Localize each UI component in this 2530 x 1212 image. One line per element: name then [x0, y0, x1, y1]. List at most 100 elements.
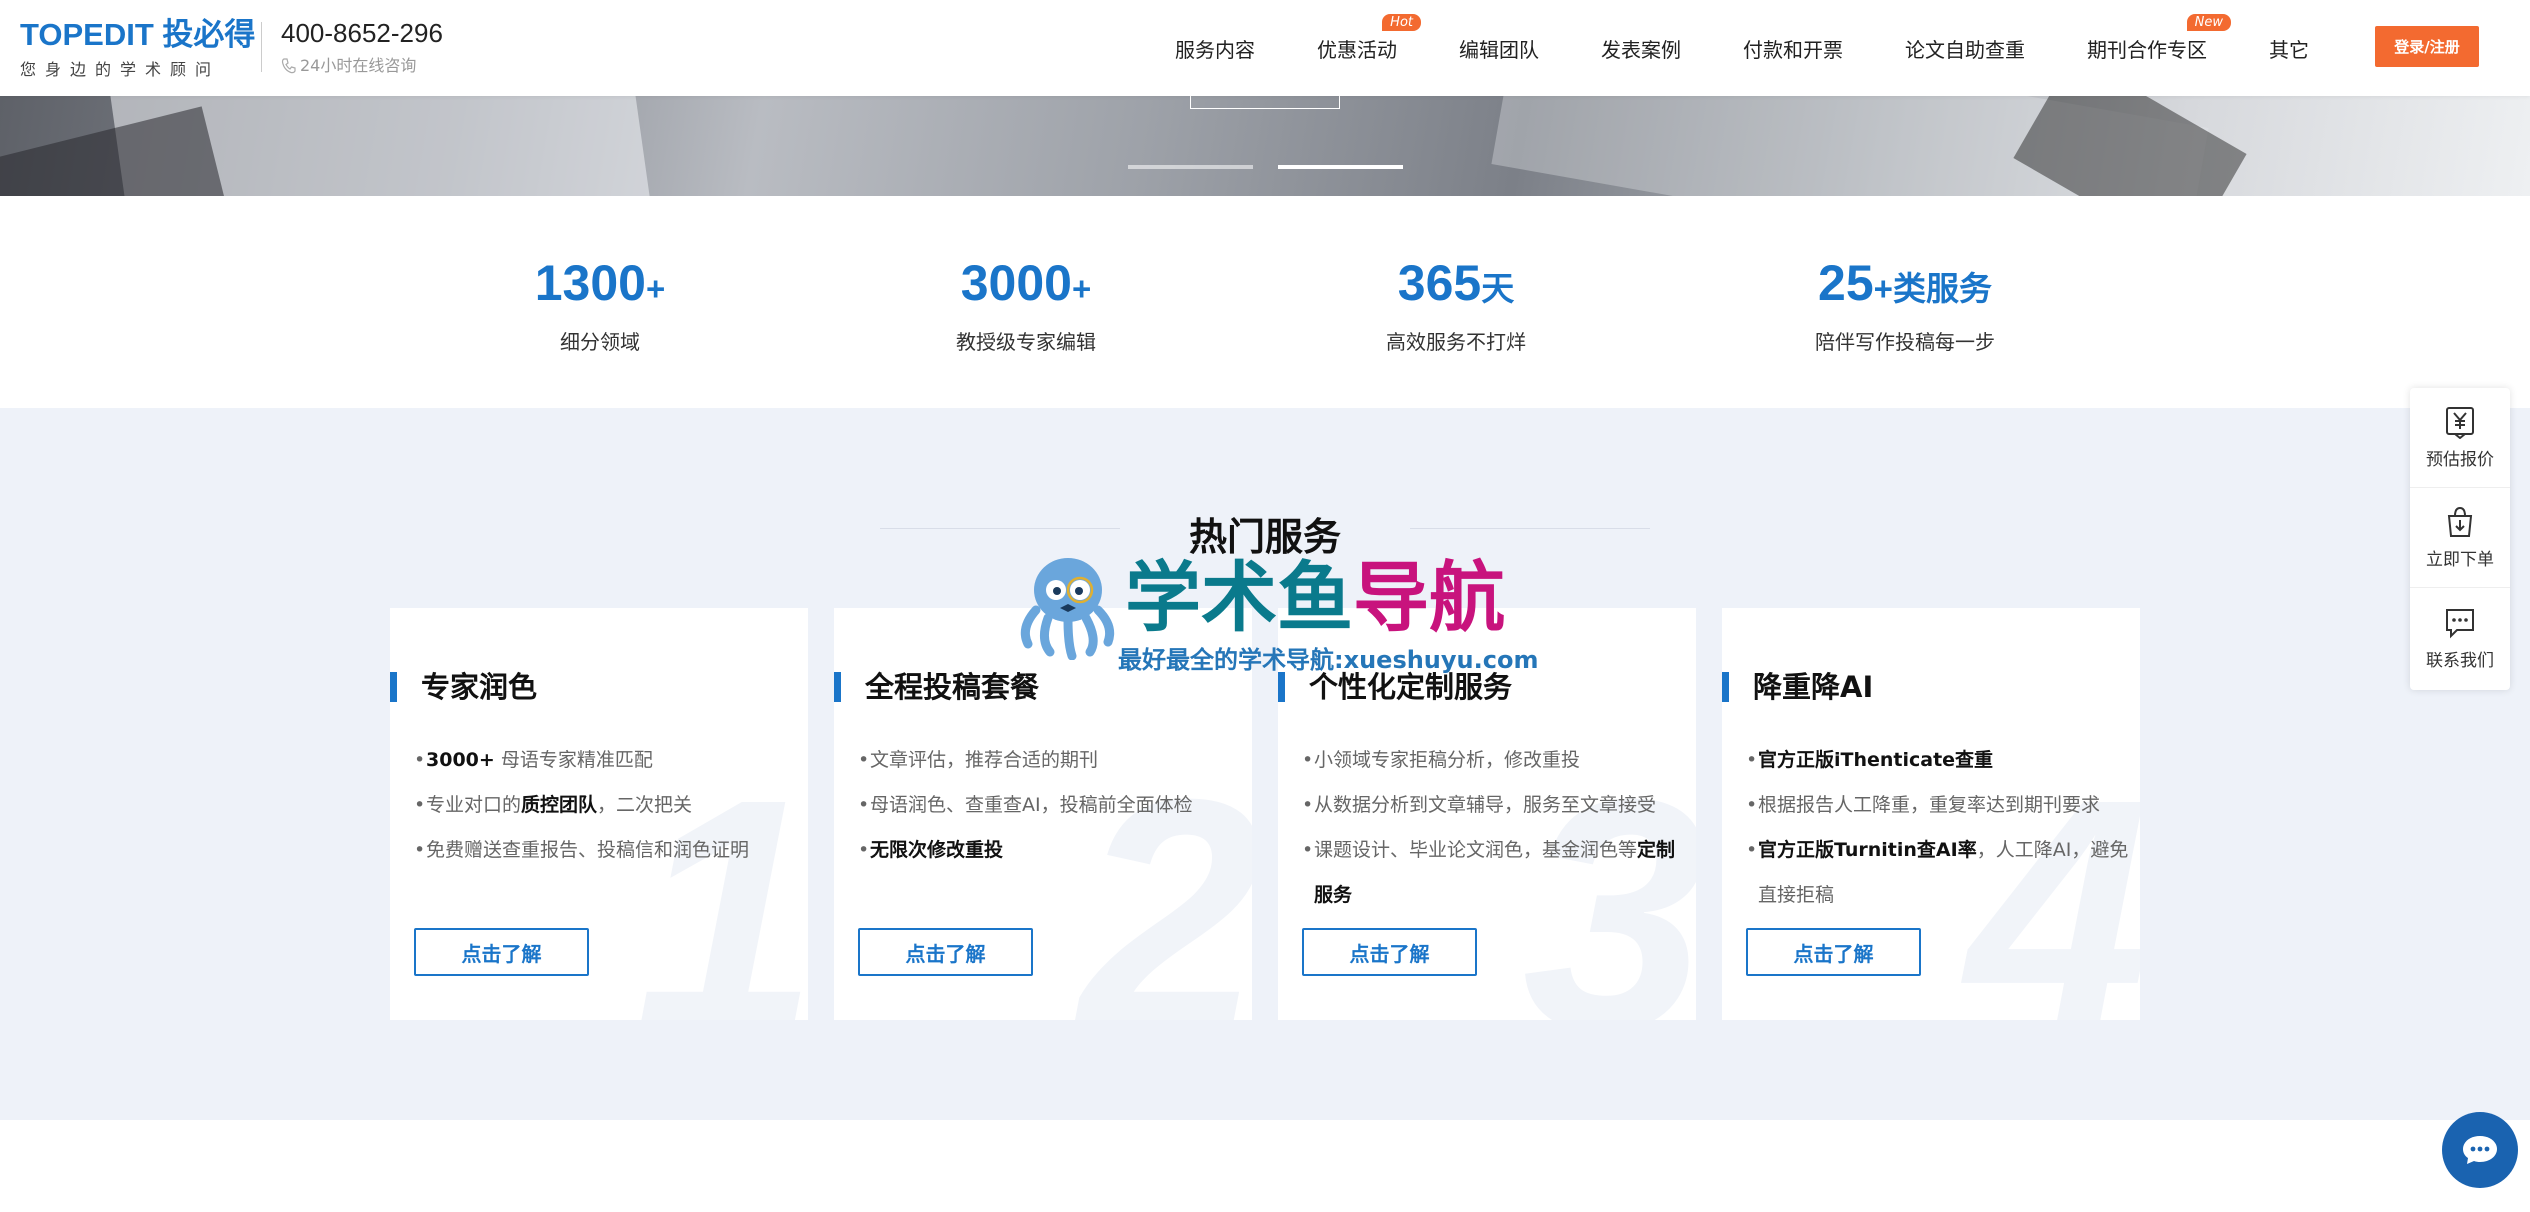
card-title: 全程投稿套餐	[834, 672, 1039, 702]
octopus-mascot-icon	[1020, 558, 1115, 661]
card-feature-list: 官方正版iThenticate查重根据报告人工降重，重复率达到期刊要求官方正版T…	[1746, 738, 2132, 918]
feature-text: 小领域专家拒稿分析，修改重投	[1314, 749, 1581, 771]
feature-highlight: 3000+	[426, 749, 495, 771]
nav-item-editors[interactable]: 编辑团队	[1459, 34, 1539, 63]
side-label: 立即下单	[2426, 550, 2494, 570]
feature-item: 文章评估，推荐合适的期刊	[858, 738, 1244, 783]
learn-more-button[interactable]: 点击了解	[414, 928, 589, 976]
card-title: 专家润色	[390, 672, 537, 702]
floating-side-panel: 预估报价 立即下单 联系我们	[2410, 388, 2510, 690]
stat-label: 教授级专家编辑	[956, 330, 1096, 354]
learn-more-button[interactable]: 点击了解	[1746, 928, 1921, 976]
nav-label: 期刊合作专区	[2087, 37, 2207, 62]
feature-item: 3000+ 母语专家精准匹配	[414, 738, 800, 783]
stat-value: 1300	[534, 255, 646, 311]
feature-text: 从数据分析到文章辅导，服务至文章接受	[1314, 794, 1657, 816]
stat-value: 25	[1818, 255, 1874, 311]
stat-label: 高效服务不打烊	[1386, 330, 1526, 354]
logo[interactable]: TOPEDIT 投必得 您身边的学术顾问	[20, 18, 255, 80]
watermark-text-a: 学术鱼	[1125, 553, 1353, 642]
feature-item: 无限次修改重投	[858, 828, 1244, 873]
card-title: 个性化定制服务	[1278, 672, 1512, 702]
service-card: 4降重降AI官方正版iThenticate查重根据报告人工降重，重复率达到期刊要…	[1722, 608, 2140, 1020]
phone-sub: 24小时在线咨询	[281, 52, 416, 76]
feature-item: 免费赠送查重报告、投稿信和润色证明	[414, 828, 800, 873]
side-item-contact[interactable]: 联系我们	[2410, 588, 2510, 688]
site-header: TOPEDIT 投必得 您身边的学术顾问 400-8652-296 24小时在线…	[0, 0, 2530, 96]
phone-number: 400-8652-296	[281, 18, 443, 48]
card-title: 降重降AI	[1722, 672, 1873, 702]
nav-label: 付款和开票	[1743, 37, 1843, 62]
side-item-order[interactable]: 立即下单	[2410, 488, 2510, 588]
feature-item: 母语润色、查重查AI，投稿前全面体检	[858, 783, 1244, 828]
stat-label: 陪伴写作投稿每一步	[1815, 330, 1995, 354]
feature-text: 根据报告人工降重，重复率达到期刊要求	[1758, 794, 2101, 816]
nav-item-cases[interactable]: 发表案例	[1601, 34, 1681, 63]
learn-more-button[interactable]: 点击了解	[1302, 928, 1477, 976]
card-feature-list: 3000+ 母语专家精准匹配专业对口的质控团队，二次把关免费赠送查重报告、投稿信…	[414, 738, 800, 873]
stat-value: 3000	[960, 255, 1072, 311]
stats-strip: 1300+ 细分领域 3000+ 教授级专家编辑 365天 高效服务不打烊 25…	[0, 196, 2530, 408]
phone-icon	[281, 58, 296, 74]
feature-item: 根据报告人工降重，重复率达到期刊要求	[1746, 783, 2132, 828]
feature-item: 官方正版Turnitin查AI率，人工降AI，避免直接拒稿	[1746, 828, 2132, 918]
nav-item-journal-partner[interactable]: 期刊合作专区 New	[2087, 13, 2231, 63]
feature-item: 专业对口的质控团队，二次把关	[414, 783, 800, 828]
nav-item-promotions[interactable]: 优惠活动 Hot	[1317, 13, 1421, 63]
stat-label: 细分领域	[560, 330, 640, 354]
watermark-sub: 最好最全的学术导航:xueshuyu.com	[1118, 646, 1539, 674]
stat-item: 365天 高效服务不打烊	[1296, 256, 1616, 355]
card-feature-list: 小领域专家拒稿分析，修改重投从数据分析到文章辅导，服务至文章接受课题设计、毕业论…	[1302, 738, 1688, 918]
feature-text: ，二次把关	[597, 794, 693, 816]
stat-item: 25+类服务 陪伴写作投稿每一步	[1745, 256, 2065, 355]
service-card: 1专家润色3000+ 母语专家精准匹配专业对口的质控团队，二次把关免费赠送查重报…	[390, 608, 808, 1020]
chat-icon	[2463, 1136, 2497, 1164]
login-register-button[interactable]: 登录/注册	[2375, 26, 2479, 67]
stat-suffix: +	[1071, 270, 1092, 307]
main-nav: 服务内容 优惠活动 Hot 编辑团队 发表案例 付款和开票 论文自助查重 期刊合作…	[1160, 0, 2340, 96]
nav-label: 优惠活动	[1317, 37, 1397, 62]
hot-badge: Hot	[1382, 13, 1421, 31]
side-label: 联系我们	[2426, 650, 2494, 671]
card-feature-list: 文章评估，推荐合适的期刊母语润色、查重查AI，投稿前全面体检无限次修改重投	[858, 738, 1244, 873]
nav-label: 编辑团队	[1459, 37, 1539, 62]
nav-item-services[interactable]: 服务内容	[1175, 34, 1255, 63]
header-divider	[261, 22, 262, 72]
nav-item-payment[interactable]: 付款和开票	[1743, 34, 1843, 63]
chat-bubble-icon	[2446, 608, 2474, 638]
stat-suffix: 天	[1481, 270, 1515, 307]
feature-text: 文章评估，推荐合适的期刊	[870, 749, 1099, 771]
carousel-dot[interactable]	[1128, 165, 1253, 169]
hero-cta-button[interactable]	[1190, 96, 1340, 109]
xueshuyu-watermark: 学术鱼导航 最好最全的学术导航:xueshuyu.com	[1010, 548, 1538, 674]
learn-more-button[interactable]: 点击了解	[858, 928, 1033, 976]
hot-services-section: 热门服务 1专家润色3000+ 母语专家精准匹配专业对口的质控团队，二次把关免费…	[0, 408, 2530, 1120]
logo-tagline: 您身边的学术顾问	[20, 60, 221, 79]
feature-text: 免费赠送查重报告、投稿信和润色证明	[426, 839, 750, 861]
feature-text: 母语专家精准匹配	[494, 749, 653, 771]
feature-text: 母语润色、查重查AI，投稿前全面体检	[870, 794, 1193, 816]
stat-item: 1300+ 细分领域	[440, 256, 760, 355]
feature-highlight: 质控团队	[521, 794, 598, 816]
feature-highlight: 无限次修改重投	[870, 839, 1004, 861]
feature-item: 小领域专家拒稿分析，修改重投	[1302, 738, 1688, 783]
hero-banner	[0, 96, 2530, 196]
nav-item-plagiarism-check[interactable]: 论文自助查重	[1905, 34, 2025, 63]
live-chat-button[interactable]	[2442, 1112, 2518, 1188]
feature-highlight: 官方正版iThenticate查重	[1758, 749, 1994, 771]
feature-text: 专业对口的	[426, 794, 522, 816]
stat-item: 3000+ 教授级专家编辑	[866, 256, 1186, 355]
nav-label: 发表案例	[1601, 37, 1681, 62]
nav-label: 服务内容	[1175, 37, 1255, 62]
stat-suffix: +类服务	[1873, 270, 1992, 307]
stat-suffix: +	[645, 270, 666, 307]
phone-sub-text: 24小时在线咨询	[300, 56, 417, 75]
watermark-text-b: 导航	[1353, 553, 1505, 642]
side-item-quote[interactable]: 预估报价	[2410, 388, 2510, 488]
yen-doc-icon	[2446, 407, 2474, 439]
feature-highlight: 官方正版Turnitin查AI率	[1758, 839, 1977, 861]
nav-item-other[interactable]: 其它	[2269, 34, 2309, 63]
feature-item: 官方正版iThenticate查重	[1746, 738, 2132, 783]
logo-text: TOPEDIT 投必得	[20, 17, 256, 52]
carousel-dot-active[interactable]	[1278, 165, 1403, 169]
